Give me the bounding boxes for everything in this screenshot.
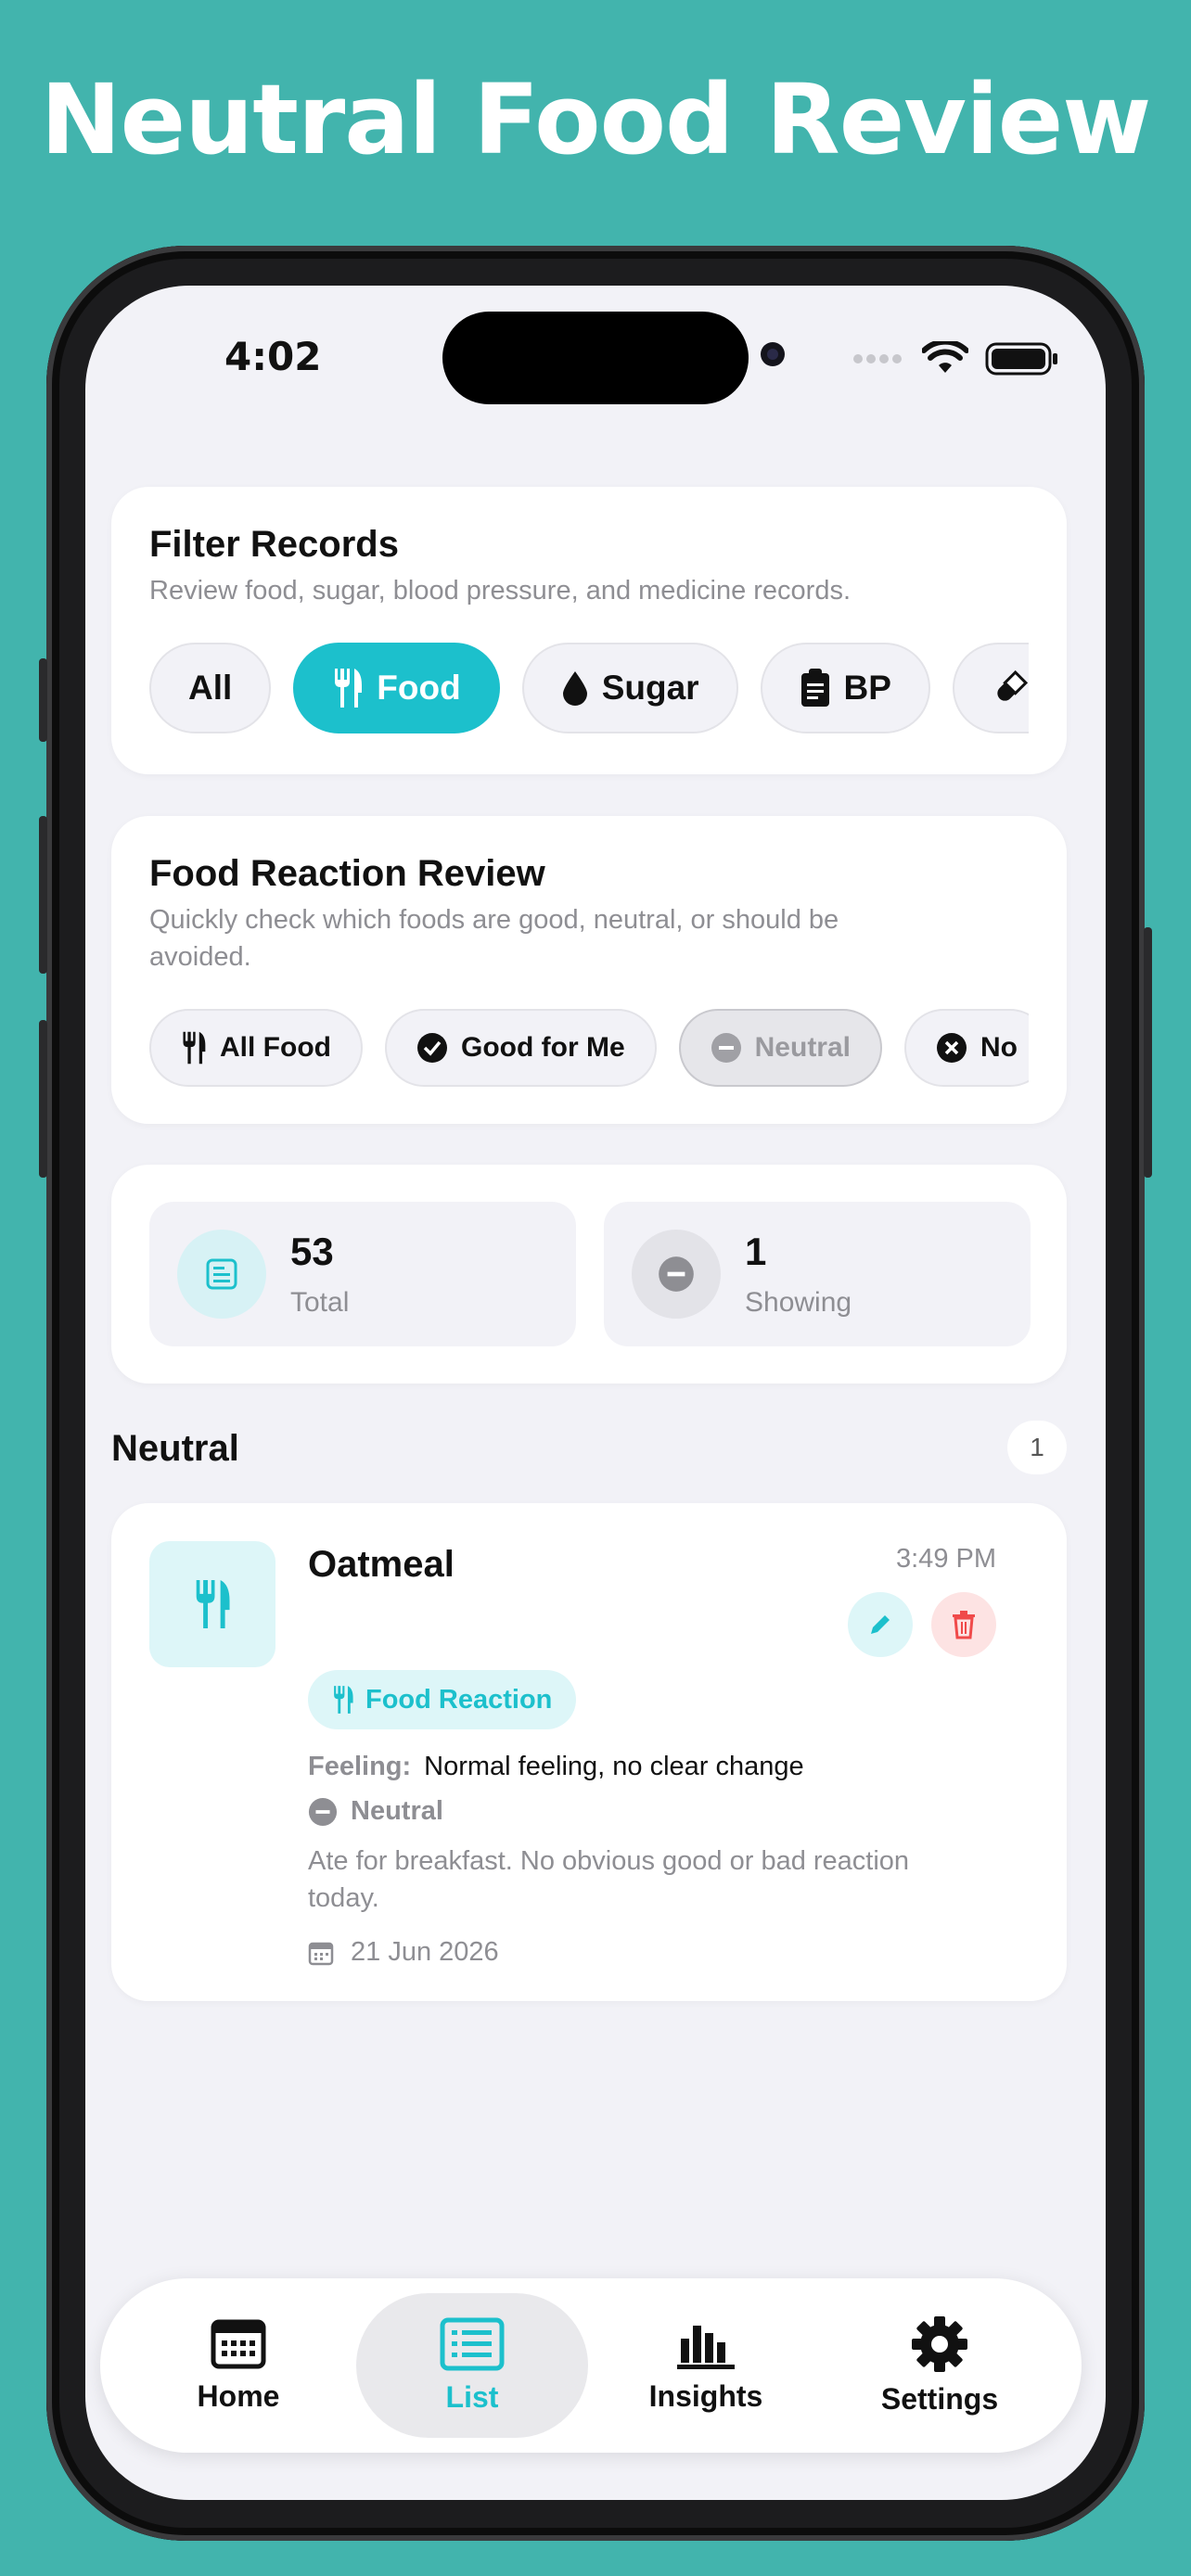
list-icon [440,2317,505,2370]
section-count-badge: 1 [1007,1421,1067,1474]
section-title: Neutral [111,1428,239,1469]
fork-knife-icon [334,1686,353,1714]
chip-label: BP [843,669,891,707]
x-circle-icon [937,1033,967,1063]
minus-circle-icon [308,1797,338,1826]
stat-total-icon-wrap [177,1230,266,1319]
reaction-chip-neutral[interactable]: Neutral [678,1009,882,1087]
chip-label: Food [377,669,461,707]
chip-label: No [980,1032,1018,1063]
phone-action-button [39,658,47,742]
page-headline: Neutral Food Review [40,63,1152,176]
chip-label: Good for Me [460,1032,625,1063]
record-tag: Food Reaction [308,1670,577,1729]
phone-power-button [1144,927,1152,1178]
pencil-icon [871,1615,890,1634]
tab-bar: Home List Insights Settings [100,2278,1082,2453]
record-icon-tile [149,1541,275,1667]
camera-icon [758,339,788,374]
filter-title: Filter Records [149,524,399,565]
filter-chip-sugar[interactable]: Sugar [521,643,738,733]
calendar-icon [211,2319,266,2368]
tab-insights-label: Insights [648,2378,763,2413]
stat-total-label: Total [290,1287,350,1318]
record-date: 21 Jun 2026 [308,1937,499,1968]
reaction-label: Neutral [351,1796,443,1826]
record-time: 3:49 PM [896,1544,996,1574]
signal-icon [853,354,902,363]
edit-button[interactable] [848,1592,913,1657]
minus-circle-icon [711,1033,741,1063]
calendar-icon [308,1942,334,1965]
check-circle-icon [416,1033,447,1063]
food-reaction-card: Food Reaction Review Quickly check which… [111,816,1067,1124]
record-title: Oatmeal [308,1544,455,1585]
reaction-subtitle: Quickly check which foods are good, neut… [149,905,839,972]
chip-label: Neutral [754,1032,851,1063]
stat-total: 53 Total [149,1202,576,1346]
status-icons [852,341,1059,376]
wifi-icon [922,341,968,373]
chip-label: All Food [220,1032,331,1063]
status-time: 4:02 [224,334,322,379]
tab-insights[interactable]: Insights [588,2278,824,2453]
minus-circle-icon [659,1256,694,1292]
trash-icon [953,1611,975,1639]
stat-showing-label: Showing [745,1287,852,1318]
chip-label: All [188,669,233,707]
stats-card: 53 Total 1 Showing [111,1165,1067,1384]
tab-home[interactable]: Home [121,2278,356,2453]
delete-button[interactable] [931,1592,996,1657]
filter-subtitle: Review food, sugar, blood pressure, and … [149,576,852,606]
stat-showing-icon-wrap [632,1230,721,1319]
clipboard-icon [800,669,829,707]
filter-chip-medicine[interactable] [952,643,1029,733]
fork-knife-icon [183,1031,206,1065]
reaction-chip-avoid[interactable]: No [904,1009,1029,1087]
feeling-value: Normal feeling, no clear change [424,1752,804,1781]
fork-knife-icon [196,1580,230,1628]
record-reaction: Neutral [308,1796,443,1827]
chip-label: Sugar [601,669,699,707]
phone-volume-up-button [39,816,47,974]
filter-records-card: Filter Records Review food, sugar, blood… [111,487,1067,774]
record-date-text: 21 Jun 2026 [351,1937,499,1967]
filter-chip-all[interactable]: All [149,643,272,733]
filter-chip-row[interactable]: All Food Sugar BP [149,643,1029,733]
record-card[interactable]: Oatmeal 3:49 PM Food Reaction Feeling: N… [111,1503,1067,2001]
record-note: Ate for breakfast. No obvious good or ba… [308,1846,910,1913]
tab-settings[interactable]: Settings [822,2278,1057,2453]
filter-chip-bp[interactable]: BP [760,643,930,733]
pill-icon [997,670,1029,701]
filter-chip-food[interactable]: Food [293,643,500,733]
tab-home-label: Home [197,2378,280,2413]
document-icon [206,1258,237,1290]
battery-icon [985,342,1057,376]
fork-knife-icon [335,669,363,708]
tab-list-label: List [445,2379,499,2414]
reaction-chip-all-food[interactable]: All Food [149,1009,363,1087]
phone-volume-down-button [39,1020,47,1178]
reaction-chip-good[interactable]: Good for Me [384,1009,657,1087]
gear-icon [912,2315,967,2372]
feeling-label: Feeling: [308,1752,412,1781]
reaction-title: Food Reaction Review [149,853,545,894]
stat-total-value: 53 [290,1230,334,1273]
record-tag-label: Food Reaction [365,1684,553,1715]
dynamic-island [442,312,749,404]
tab-settings-label: Settings [880,2381,999,2416]
bar-chart-icon [677,2325,735,2369]
stat-showing: 1 Showing [604,1202,1031,1346]
tab-list[interactable]: List [354,2278,590,2453]
stat-showing-value: 1 [745,1230,767,1273]
record-feeling: Feeling: Normal feeling, no clear change [308,1752,804,1782]
reaction-chip-row[interactable]: All Food Good for Me Neutral No [149,1009,1029,1087]
phone-screen: 4:02 Filter Records Review food, sugar, … [85,286,1106,2500]
drop-icon [562,671,587,706]
